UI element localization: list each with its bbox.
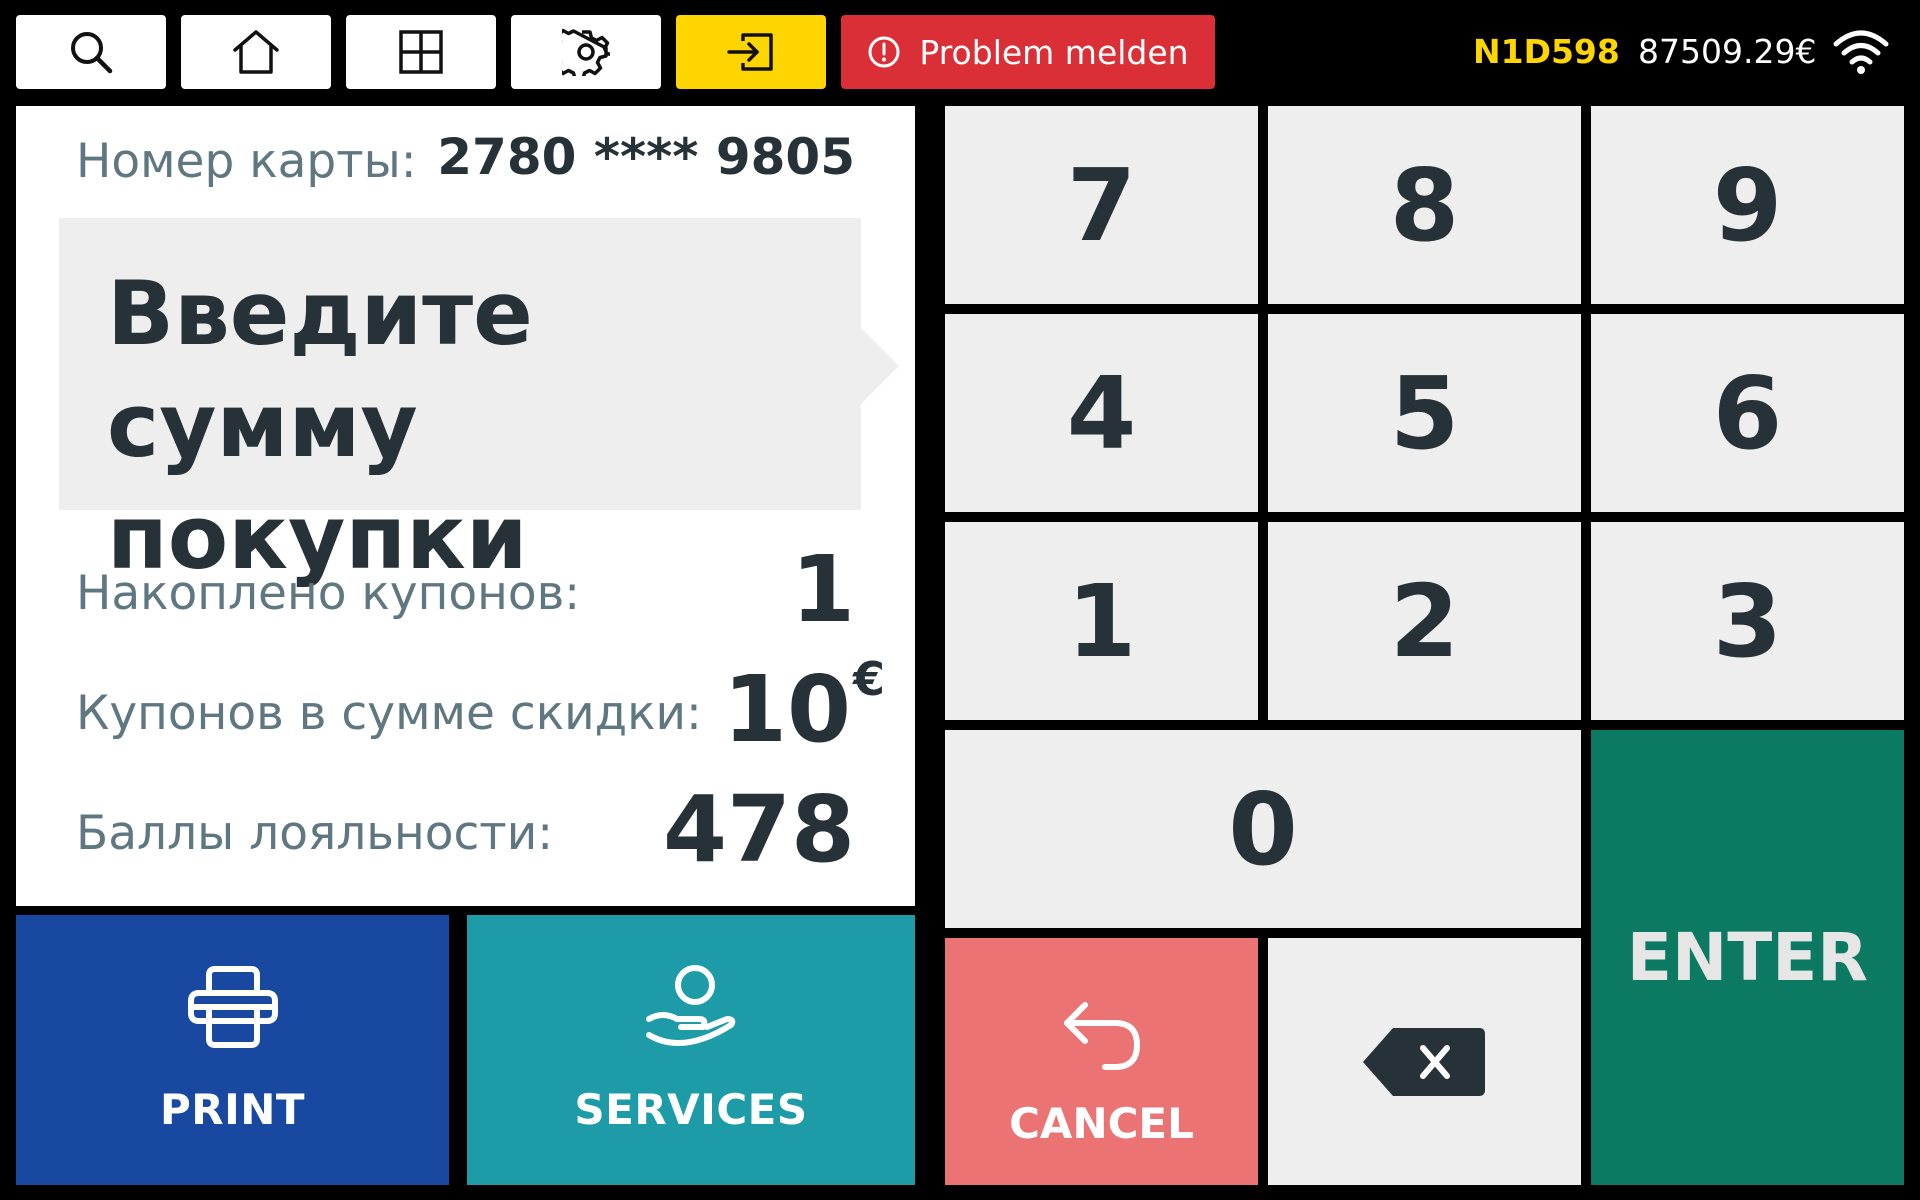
card-info-panel: Номер карты: 2780 **** 9805 Введите сумм… — [16, 106, 915, 906]
problem-report-button[interactable]: Problem melden — [841, 15, 1215, 89]
backspace-button[interactable] — [1268, 938, 1581, 1185]
instruction-prompt: Введите сумму покупки — [59, 218, 899, 589]
backspace-icon — [1362, 1027, 1485, 1096]
discount-amount: 10 — [722, 656, 851, 763]
settings-button[interactable] — [511, 15, 661, 89]
key-5[interactable]: 5 — [1268, 314, 1581, 512]
loyalty-points-label: Баллы лояльности: — [76, 806, 554, 861]
services-label: SERVICES — [574, 1085, 808, 1134]
prompt-text: Введите сумму покупки — [107, 258, 847, 594]
search-button[interactable] — [16, 15, 166, 89]
undo-arrow-icon — [1063, 1002, 1140, 1070]
apps-grid-button[interactable] — [346, 15, 496, 89]
key-1[interactable]: 1 — [945, 522, 1258, 720]
card-number-value: 2780 **** 9805 — [437, 128, 855, 186]
discount-value: 10€ — [722, 652, 885, 763]
home-button[interactable] — [181, 15, 331, 89]
key-4[interactable]: 4 — [945, 314, 1258, 512]
card-number-label: Номер карты: — [76, 134, 417, 189]
loyalty-points-value: 478 — [662, 776, 855, 883]
home-icon — [233, 30, 279, 74]
key-2[interactable]: 2 — [1268, 522, 1581, 720]
grid-icon — [399, 30, 443, 74]
wifi-icon — [1833, 30, 1889, 74]
key-8[interactable]: 8 — [1268, 106, 1581, 304]
sign-in-button[interactable] — [676, 15, 826, 89]
account-balance: 87509.29€ — [1638, 32, 1817, 71]
problem-report-label: Problem melden — [919, 32, 1189, 72]
key-7[interactable]: 7 — [945, 106, 1258, 304]
enter-button[interactable]: ENTER — [1591, 730, 1904, 1185]
search-icon — [71, 32, 113, 74]
cancel-label: CANCEL — [1009, 1099, 1194, 1148]
print-label: PRINT — [159, 1085, 306, 1134]
coupons-value: 1 — [790, 536, 855, 643]
services-button[interactable]: SERVICES — [467, 915, 915, 1185]
terminal-id: N1D598 — [1473, 32, 1620, 71]
print-button[interactable]: PRINT — [16, 915, 449, 1185]
prompt-line-1: Введите сумму — [107, 262, 533, 477]
key-3[interactable]: 3 — [1591, 522, 1904, 720]
printer-icon — [187, 966, 278, 1048]
key-9[interactable]: 9 — [1591, 106, 1904, 304]
sign-in-icon — [727, 33, 773, 71]
hand-service-icon — [646, 965, 736, 1046]
alert-circle-icon — [868, 36, 900, 68]
coupons-label: Накоплено купонов: — [76, 566, 581, 621]
cancel-button[interactable]: CANCEL — [945, 938, 1258, 1185]
key-6[interactable]: 6 — [1591, 314, 1904, 512]
gear-icon — [562, 28, 610, 76]
discount-label: Купонов в сумме скидки: — [76, 686, 702, 741]
discount-currency: € — [852, 652, 885, 706]
key-0[interactable]: 0 — [945, 730, 1581, 928]
